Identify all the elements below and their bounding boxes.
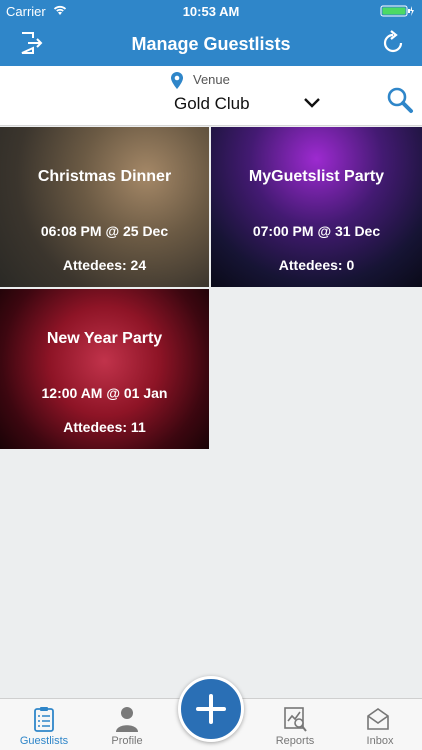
event-attendees: Attedees: 24 <box>62 257 147 273</box>
venue-label: Venue <box>193 72 230 87</box>
plus-icon <box>196 694 226 724</box>
nav-bar: Manage Guestlists <box>0 22 422 66</box>
clock: 10:53 AM <box>182 4 240 19</box>
event-name: New Year Party <box>46 330 163 347</box>
location-pin-icon <box>171 72 183 89</box>
tab-reports[interactable]: Reports <box>253 699 337 750</box>
tab-label: Reports <box>275 735 315 747</box>
event-name: MyGuetslist Party <box>248 168 385 185</box>
refresh-icon[interactable] <box>380 30 406 56</box>
event-attendees: Attedees: 0 <box>278 257 355 273</box>
person-icon <box>116 707 138 732</box>
battery-icon <box>380 5 414 17</box>
page-title: Manage Guestlists <box>131 34 291 54</box>
report-icon <box>284 707 307 732</box>
event-time: 07:00 PM @ 31 Dec <box>252 223 381 239</box>
tab-label: Profile <box>111 735 143 747</box>
status-bar: Carrier 10:53 AM <box>0 0 422 22</box>
tab-profile[interactable]: Profile <box>85 699 169 750</box>
tab-inbox[interactable]: Inbox <box>338 699 422 750</box>
tab-label: Guestlists <box>19 735 69 747</box>
event-name: Christmas Dinner <box>37 168 172 185</box>
event-time: 06:08 PM @ 25 Dec <box>40 223 169 239</box>
venue-selector[interactable]: Venue Gold Club <box>0 66 422 126</box>
search-icon[interactable] <box>386 86 414 114</box>
tab-label: Inbox <box>366 735 394 747</box>
header-bar: Carrier 10:53 AM Manage Guestlists <box>0 0 422 66</box>
event-tile[interactable]: Christmas Dinner 06:08 PM @ 25 Dec Atted… <box>0 127 209 287</box>
add-event-button[interactable] <box>178 676 244 742</box>
chevron-down-icon[interactable] <box>302 96 322 110</box>
event-tile[interactable]: New Year Party 12:00 AM @ 01 Jan Attedee… <box>0 289 209 449</box>
clipboard-icon <box>34 707 54 732</box>
tab-guestlists[interactable]: Guestlists <box>2 699 86 750</box>
event-time: 12:00 AM @ 01 Jan <box>41 385 168 401</box>
venue-value[interactable]: Gold Club <box>174 94 250 114</box>
envelope-icon <box>367 708 389 730</box>
event-tile[interactable]: MyGuetslist Party 07:00 PM @ 31 Dec Atte… <box>211 127 422 287</box>
event-attendees: Attedees: 11 <box>63 419 146 435</box>
